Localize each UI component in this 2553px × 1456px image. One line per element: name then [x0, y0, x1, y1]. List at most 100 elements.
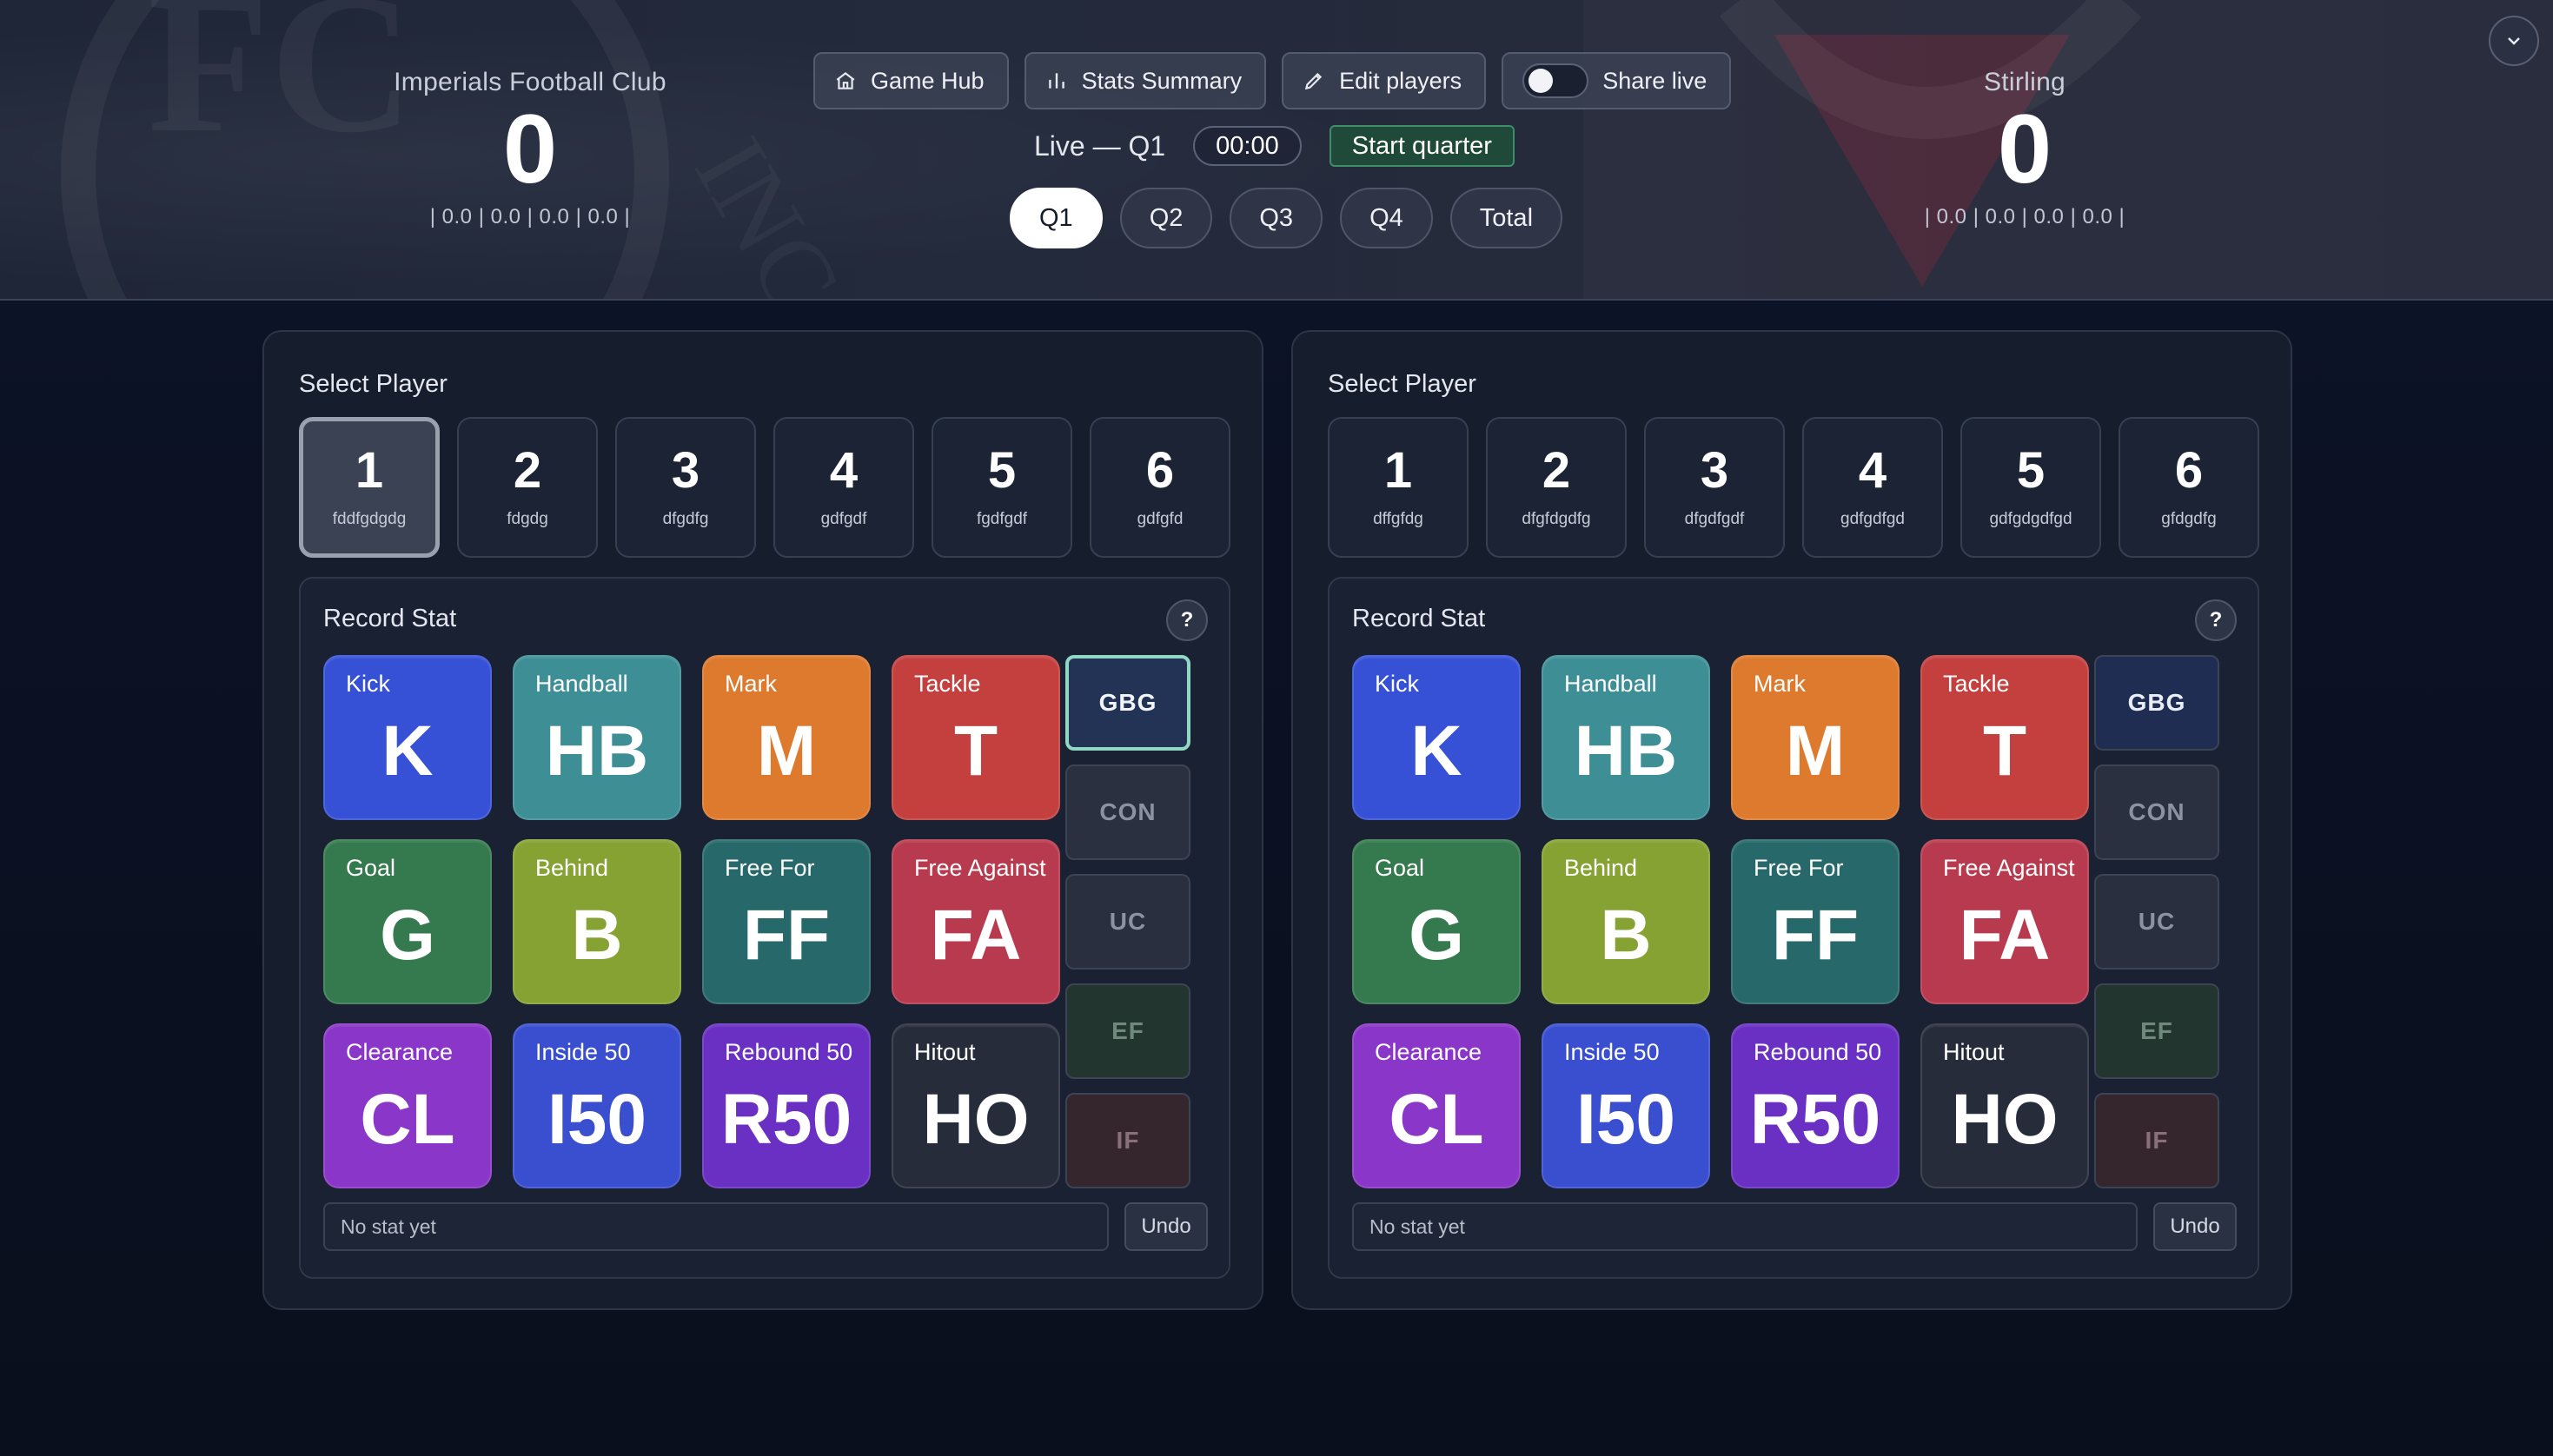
toggle-knob: [1528, 69, 1554, 93]
share-live-control[interactable]: Share live: [1502, 52, 1732, 109]
share-live-label: Share live: [1602, 67, 1708, 94]
away-team-score: 0: [1997, 95, 2052, 203]
stat-button-ff[interactable]: Free For FF: [702, 839, 871, 1004]
stat-button-con[interactable]: CON: [2094, 764, 2219, 860]
stat-button-i50[interactable]: Inside 50 I50: [513, 1023, 681, 1188]
stat-button-b[interactable]: Behind B: [1542, 839, 1710, 1004]
game-hub-button[interactable]: Game Hub: [813, 52, 1009, 109]
stat-button-r50[interactable]: Rebound 50 R50: [1731, 1023, 1900, 1188]
tab-q1[interactable]: Q1: [1010, 188, 1103, 248]
stat-abbreviation: G: [380, 896, 435, 975]
player-card[interactable]: 1 dffgfdg: [1328, 417, 1469, 558]
undo-button[interactable]: Undo: [2153, 1202, 2237, 1251]
stat-abbreviation: T: [953, 711, 998, 791]
player-number: 2: [513, 442, 542, 499]
stats-summary-button[interactable]: Stats Summary: [1024, 52, 1267, 109]
player-card[interactable]: 2 fdgdg: [457, 417, 598, 558]
stat-button-gbg[interactable]: GBG: [1065, 655, 1190, 751]
player-card[interactable]: 5 gdfgdgdfgd: [1960, 417, 2101, 558]
start-quarter-button[interactable]: Start quarter: [1329, 125, 1515, 167]
player-name: fdgdg: [507, 510, 548, 528]
stat-button-fa[interactable]: Free Against FA: [892, 839, 1060, 1004]
stat-label: Hitout: [1943, 1039, 2005, 1065]
stat-button-g[interactable]: Goal G: [323, 839, 492, 1004]
player-number: 3: [1700, 442, 1729, 499]
player-card[interactable]: 4 gdfgdf: [773, 417, 914, 558]
stat-button-m[interactable]: Mark M: [1731, 655, 1900, 820]
stat-label: Free Against: [914, 855, 1046, 881]
stat-abbreviation: CL: [360, 1080, 455, 1159]
stat-button-con[interactable]: CON: [1065, 764, 1190, 860]
stat-abbreviation: HB: [1574, 711, 1678, 791]
stat-button-if[interactable]: IF: [2094, 1093, 2219, 1188]
stat-button-t[interactable]: Tackle T: [892, 655, 1060, 820]
player-card[interactable]: 2 dfgfdgdfg: [1486, 417, 1627, 558]
stat-button-uc[interactable]: UC: [1065, 874, 1190, 970]
help-button[interactable]: ?: [2195, 599, 2237, 641]
stat-button-cl[interactable]: Clearance CL: [323, 1023, 492, 1188]
stat-button-i50[interactable]: Inside 50 I50: [1542, 1023, 1710, 1188]
away-team-panel: Select Player 1 dffgfdg 2 dfgfdgdfg 3 dfgdfgd…: [1291, 330, 2292, 1310]
player-selector: 1 dffgfdg 2 dfgfdgdfg 3 dfgdfgdf 4 gdfgdfgd 5 gdf…: [1328, 417, 2259, 558]
stat-button-ho[interactable]: Hitout HO: [1920, 1023, 2089, 1188]
player-number: 1: [1383, 442, 1413, 499]
player-card[interactable]: 6 gfdgdfg: [2119, 417, 2259, 558]
secondary-stat-buttons: GBG CON UC EF IF: [1065, 655, 1190, 1188]
stat-button-ho[interactable]: Hitout HO: [892, 1023, 1060, 1188]
header-toolbar: Game Hub Stats Summary Edit players Shar…: [813, 52, 1732, 109]
stat-label: Rebound 50: [725, 1039, 853, 1065]
stat-label: Hitout: [914, 1039, 976, 1065]
stat-button-ff[interactable]: Free For FF: [1731, 839, 1900, 1004]
stat-label: Mark: [1754, 671, 1806, 697]
stat-button-hb[interactable]: Handball HB: [1542, 655, 1710, 820]
last-stat-display: No stat yet: [323, 1202, 1109, 1251]
share-live-toggle[interactable]: [1522, 63, 1589, 98]
stat-label: Handball: [1564, 671, 1657, 697]
player-number: 1: [355, 442, 384, 499]
stat-label: Rebound 50: [1754, 1039, 1882, 1065]
quarter-timer: 00:00: [1193, 126, 1302, 166]
player-card[interactable]: 4 gdfgdfgd: [1802, 417, 1943, 558]
stat-button-k[interactable]: Kick K: [323, 655, 492, 820]
stat-button-uc[interactable]: UC: [2094, 874, 2219, 970]
player-card[interactable]: 1 fddfgdgdg: [299, 417, 440, 558]
stat-button-r50[interactable]: Rebound 50 R50: [702, 1023, 871, 1188]
stat-button-b[interactable]: Behind B: [513, 839, 681, 1004]
help-button[interactable]: ?: [1166, 599, 1208, 641]
tab-total[interactable]: Total: [1449, 188, 1563, 248]
stat-label: Behind: [1564, 855, 1638, 881]
player-name: gdfgdfgd: [1840, 510, 1905, 528]
stat-button-m[interactable]: Mark M: [702, 655, 871, 820]
record-stat-card: Record Stat ? Kick K Handball HB Mark M Tackle…: [1328, 577, 2259, 1279]
last-stat-display: No stat yet: [1352, 1202, 2138, 1251]
stat-abbreviation: HB: [545, 711, 649, 791]
player-card[interactable]: 3 dfgdfgdf: [1644, 417, 1785, 558]
stat-button-k[interactable]: Kick K: [1352, 655, 1521, 820]
scoreboard-header: FC INC Imperials Football Club 0 | 0.0 |…: [0, 0, 2553, 301]
stat-abbreviation: G: [1409, 896, 1464, 975]
player-card[interactable]: 3 dfgdfg: [615, 417, 756, 558]
player-number: 6: [2174, 442, 2204, 499]
undo-button[interactable]: Undo: [1124, 1202, 1208, 1251]
player-name: dfgdfgdf: [1684, 510, 1745, 528]
player-card[interactable]: 5 fgdfgdf: [932, 417, 1072, 558]
tab-q3[interactable]: Q3: [1230, 188, 1323, 248]
player-card[interactable]: 6 gdfgfd: [1090, 417, 1230, 558]
stat-button-if[interactable]: IF: [1065, 1093, 1190, 1188]
edit-players-button[interactable]: Edit players: [1282, 52, 1487, 109]
stat-button-g[interactable]: Goal G: [1352, 839, 1521, 1004]
stat-button-fa[interactable]: Free Against FA: [1920, 839, 2089, 1004]
tab-q4[interactable]: Q4: [1340, 188, 1433, 248]
select-player-title: Select Player: [1328, 370, 1476, 398]
stat-button-t[interactable]: Tackle T: [1920, 655, 2089, 820]
record-stat-title: Record Stat: [1352, 605, 1486, 632]
stat-button-ef[interactable]: EF: [1065, 983, 1190, 1079]
stat-button-cl[interactable]: Clearance CL: [1352, 1023, 1521, 1188]
stat-button-gbg[interactable]: GBG: [2094, 655, 2219, 751]
collapse-header-button[interactable]: [2489, 16, 2539, 66]
stat-abbreviation: R50: [1749, 1080, 1881, 1159]
tab-q2[interactable]: Q2: [1119, 188, 1213, 248]
stat-button-ef[interactable]: EF: [2094, 983, 2219, 1079]
stat-button-hb[interactable]: Handball HB: [513, 655, 681, 820]
record-stat-card: Record Stat ? Kick K Handball HB Mark M Tackle…: [299, 577, 1230, 1279]
